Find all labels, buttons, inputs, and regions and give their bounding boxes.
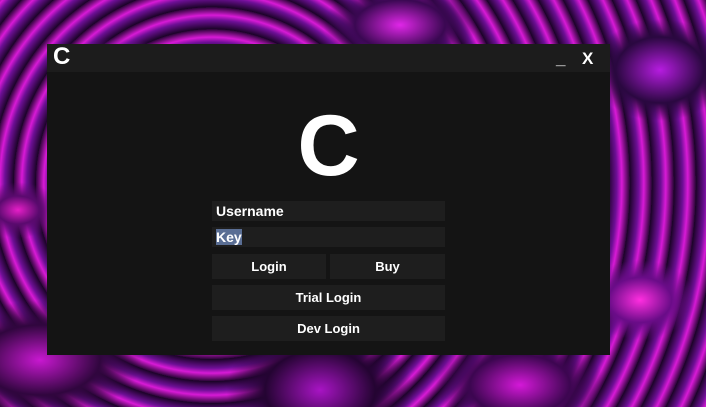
trial-login-button[interactable]: Trial Login [212, 285, 445, 310]
key-value: Key [216, 229, 242, 245]
close-button[interactable]: X [582, 49, 593, 69]
dev-login-button[interactable]: Dev Login [212, 316, 445, 341]
username-field[interactable]: Username [212, 201, 445, 221]
key-field[interactable]: Key [212, 227, 445, 247]
app-logo: C [297, 98, 360, 194]
minimize-button[interactable]: _ [556, 49, 565, 69]
login-window: C _ X C Username Key Login Buy Trial Log… [47, 44, 610, 355]
buy-button[interactable]: Buy [330, 254, 445, 279]
title-logo: C [53, 43, 71, 70]
login-button[interactable]: Login [212, 254, 326, 279]
username-value: Username [216, 203, 284, 219]
title-bar[interactable]: C _ X [47, 44, 610, 72]
